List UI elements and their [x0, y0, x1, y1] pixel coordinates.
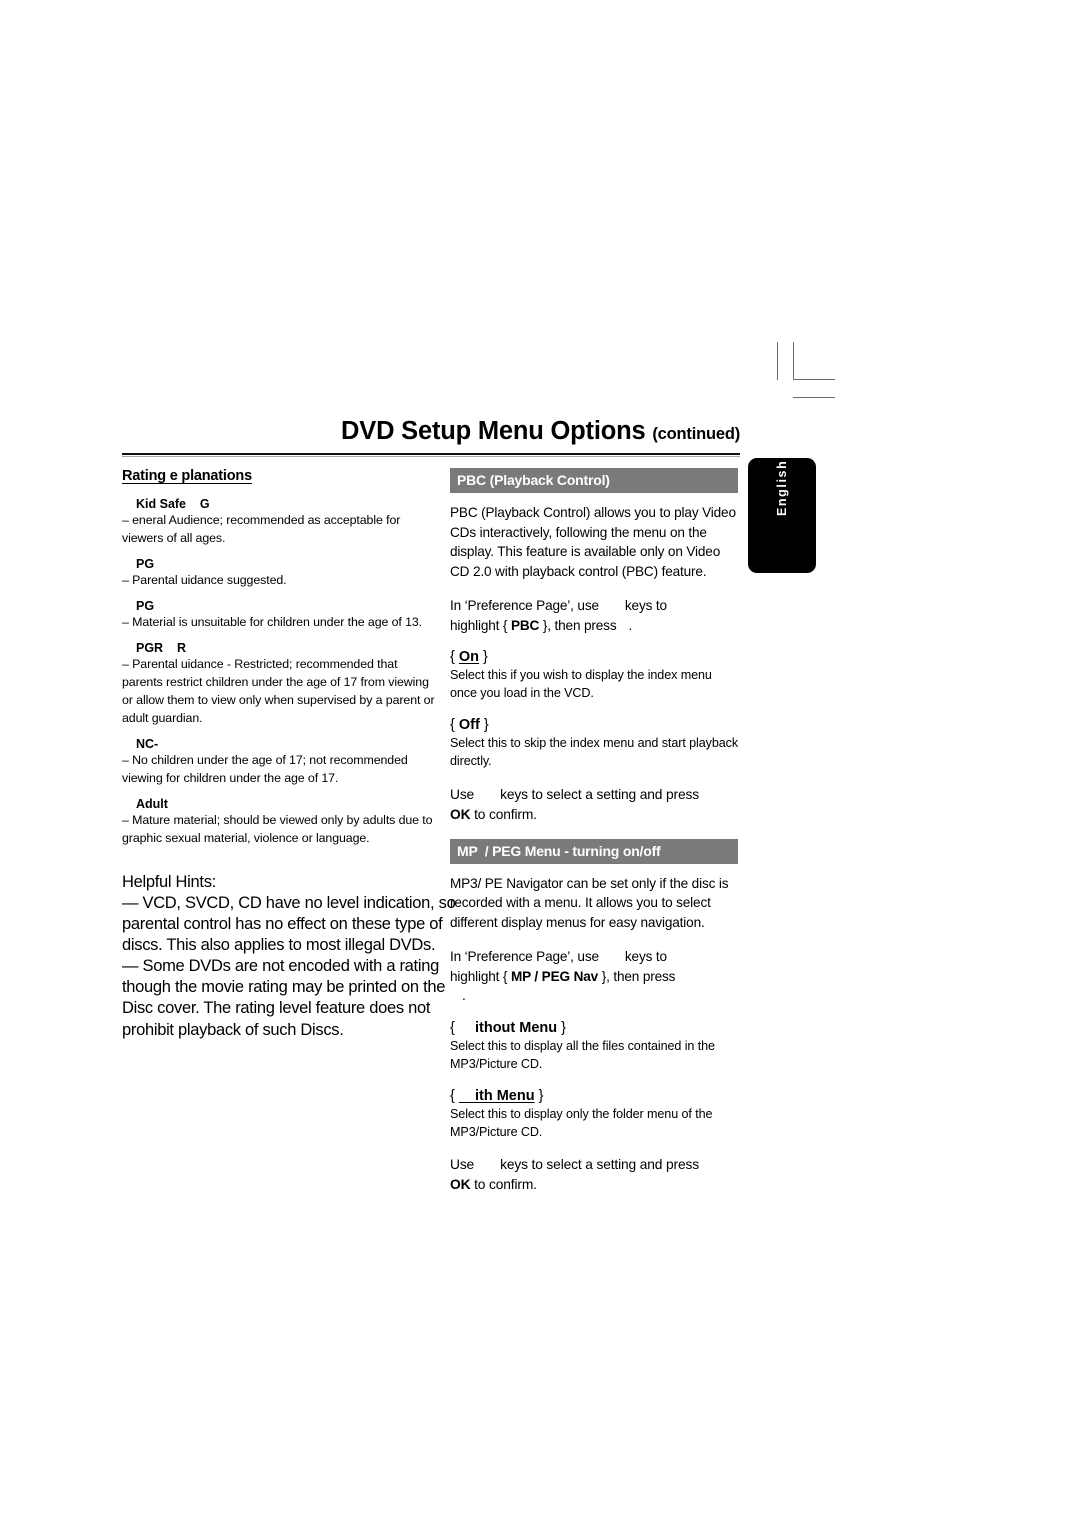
pbc-option-description: Select this to skip the index menu and s…	[450, 735, 739, 768]
pbc-option-label: { On }	[450, 649, 738, 665]
pbc-instruction-part4: }, then press	[542, 617, 617, 633]
mp3-jpeg-section: MP / PEG Menu - turning on/off MP3/ PE N…	[450, 838, 738, 1196]
mp3-menu-token: MP / PEG Nav	[510, 968, 599, 984]
pbc-option-value: On	[458, 649, 480, 666]
mp3-jpeg-intro-text: MP3/ PE Navigator can be set only if the…	[450, 875, 729, 931]
pbc-option-value: Off	[458, 716, 480, 733]
brace-close: }	[483, 716, 489, 733]
page-title-main: DVD Setup Menu Options	[341, 417, 646, 445]
mp3-jpeg-options-list: { ithout Menu } Select this to display al…	[450, 1020, 738, 1142]
left-column: Rating e planations Kid Safe G – eneral A…	[122, 468, 456, 1041]
right-column: PBC (Playback Control) PBC (Playback Con…	[450, 468, 738, 1209]
rating-name: PG	[136, 598, 155, 613]
pbc-use-ok-instruction: Use keys to select a setting and press OK…	[450, 785, 738, 825]
mp3-use-text: keys to select a setting and press	[500, 1157, 699, 1173]
brace-close: }	[538, 1087, 544, 1104]
pbc-option-label: { Off }	[450, 717, 738, 733]
crop-mark-horizontal-lower	[793, 397, 835, 398]
language-tab-label: English	[775, 459, 789, 516]
rating-name: NC-	[136, 736, 159, 751]
helpful-hints-title: Helpful Hints:	[122, 872, 216, 891]
mp3-jpeg-section-header: MP / PEG Menu - turning on/off	[450, 838, 738, 864]
mp3-instruction-part5: .	[462, 988, 466, 1004]
rating-description: – Material is unsuitable for children un…	[122, 614, 423, 629]
mp3-instruction-part3: highlight {	[450, 968, 508, 984]
helpful-hint-item: — Some DVDs are not encoded with a ratin…	[122, 957, 446, 1039]
section-heading-rating-explanations: Rating e planations	[122, 468, 252, 484]
rating-list: Kid Safe G – eneral Audience; recommended…	[122, 497, 440, 848]
crop-mark-vertical-right	[793, 342, 794, 380]
mp3-use-ok-instruction: Use keys to select a setting and press OK…	[450, 1155, 738, 1195]
page-header: DVD Setup Menu Options (continued)	[122, 418, 740, 457]
pbc-instruction-part2: keys to	[624, 597, 667, 613]
pbc-menu-token: PBC	[510, 617, 540, 633]
pbc-instruction-part1: In ‘Preference Page’, use	[450, 597, 599, 613]
brace-close: }	[483, 649, 488, 666]
mp3-option-value: ith Menu	[458, 1087, 535, 1104]
mp3-jpeg-instruction: In ‘Preference Page’, use keys to highlig…	[450, 947, 738, 1006]
brace-close: }	[561, 1019, 567, 1036]
rating-name: Kid Safe G	[136, 497, 210, 511]
pbc-instruction: In ‘Preference Page’, use keys to highlig…	[450, 596, 738, 635]
language-tab: English	[748, 458, 816, 573]
brace-open: {	[450, 1087, 455, 1104]
helpful-hints-block: Helpful Hints: — VCD, SVCD, CD have no l…	[122, 872, 462, 1041]
pbc-use-text: keys to select a setting and press	[500, 786, 699, 802]
rating-name: Adult	[136, 796, 168, 811]
mp3-option-description: Select this to display only the folder m…	[450, 1106, 713, 1139]
pbc-section-header: PBC (Playback Control)	[450, 468, 738, 493]
pbc-section: PBC (Playback Control) PBC (Playback Con…	[450, 468, 738, 825]
pbc-intro-text: PBC (Playback Control) allows you to pla…	[450, 505, 736, 580]
mp3-instruction-part4: }, then press	[601, 968, 676, 984]
pbc-instruction-part3: highlight {	[450, 617, 508, 633]
mp3-instruction-part1: In ‘Preference Page’, use	[450, 948, 599, 964]
header-divider	[122, 452, 740, 457]
pbc-instruction-part5: .	[628, 617, 633, 633]
mp3-option-label: { ith Menu }	[450, 1088, 738, 1104]
rating-description: – Parental uidance - Restricted; recomme…	[122, 656, 435, 725]
crop-mark-vertical-left	[777, 342, 778, 380]
mp3-instruction-part2: keys to	[624, 948, 667, 964]
page-title: DVD Setup Menu Options (continued)	[122, 418, 740, 445]
rating-description: – Parental uidance suggested.	[122, 572, 287, 587]
rating-description: – No children under the age of 17; not r…	[122, 752, 408, 785]
pbc-use-word: Use	[450, 786, 475, 802]
mp3-option-value: ithout Menu	[458, 1019, 558, 1036]
pbc-ok-key: OK	[450, 806, 471, 822]
rating-name: PGR R	[136, 640, 187, 655]
page-title-continued: (continued)	[652, 425, 740, 443]
rating-description: – eneral Audience; recommended as accept…	[122, 513, 401, 545]
pbc-options-list: { On } Select this if you wish to display…	[450, 649, 738, 771]
mp3-use-word: Use	[450, 1157, 475, 1173]
mp3-confirm-text: to confirm.	[474, 1177, 537, 1193]
crop-marks	[770, 340, 860, 400]
rating-name: PG	[136, 556, 155, 571]
pbc-confirm-text: to confirm.	[474, 806, 537, 822]
rating-description: – Mature material; should be viewed only…	[122, 812, 433, 845]
mp3-option-label: { ithout Menu }	[450, 1020, 738, 1036]
pbc-option-description: Select this if you wish to display the i…	[450, 668, 712, 701]
brace-open: {	[450, 716, 455, 733]
mp3-ok-key: OK	[450, 1177, 471, 1193]
brace-open: {	[450, 1019, 455, 1036]
brace-open: {	[450, 649, 455, 666]
mp3-option-description: Select this to display all the files con…	[450, 1038, 715, 1071]
helpful-hints-list: — VCD, SVCD, CD have no level indication…	[122, 893, 462, 1041]
crop-mark-horizontal-upper	[793, 379, 835, 380]
helpful-hint-item: — VCD, SVCD, CD have no level indication…	[122, 893, 456, 955]
